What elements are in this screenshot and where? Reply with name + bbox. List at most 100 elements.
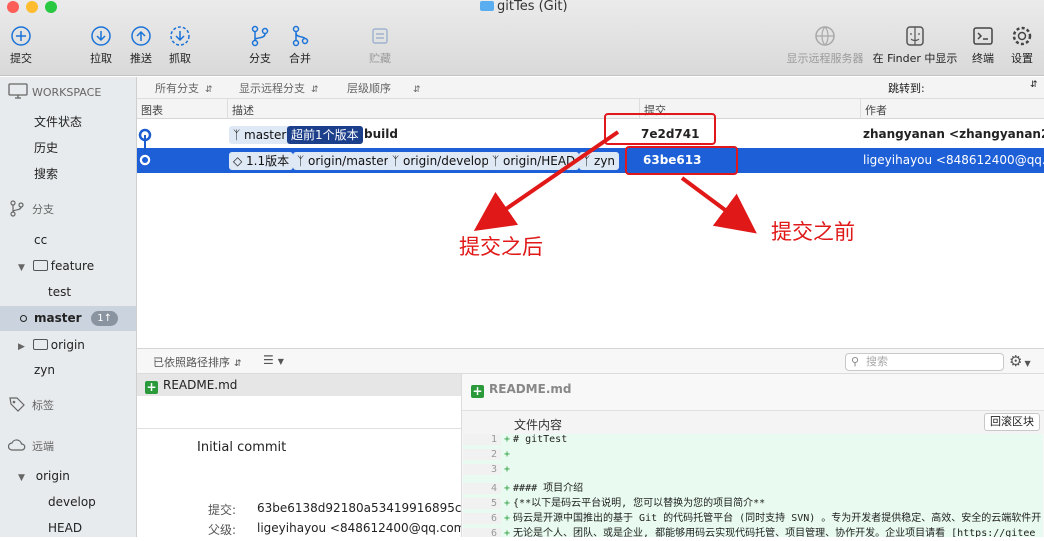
remote-origin[interactable]: ▼ origin [0,464,136,489]
annotation-after-label: 提交之后 [459,235,543,259]
column-description[interactable]: 描述 [227,99,254,119]
branch-icon: ᛉ [583,154,595,168]
annotation-box-after [604,113,716,145]
line-number: 4 [463,483,501,494]
sidebar: WORKSPACE 文件状态 历史 搜索 分支 cc ▼ feature tes… [0,77,137,537]
pull-button[interactable]: 拉取 [86,24,116,66]
diff-line[interactable]: 4 + #### 项目介绍 [463,479,1043,494]
diff-pane: + README.md 文件内容 回滚区块 1 + # gitTest 2 +3 +4 + ##… [461,374,1044,537]
diff-line[interactable]: 6 + 码云是开源中国推出的基于 Git 的代码托管平台 (同时支持 SVN) 。专… [463,509,1043,524]
tag-icon: ◇ [233,154,247,168]
sidebar-item-file-status[interactable]: 文件状态 [0,110,136,135]
file-list-item[interactable]: + README.md [137,374,461,396]
branches-header[interactable]: 分支 [0,197,136,222]
column-author[interactable]: 作者 [860,99,887,119]
diff-line-text: 码云是开源中国推出的基于 Git 的代码托管平台 (同时支持 SVN) 。专为开… [513,513,1042,524]
branch-folder-feature[interactable]: ▼ feature [0,254,136,279]
terminal-icon [973,27,993,45]
branch-button[interactable]: 分支 [245,24,275,66]
arrow-down-circle-icon [91,26,111,46]
chevron-down-icon[interactable]: ▼ [18,263,25,273]
commit-label: 提交: [208,503,237,517]
settings-button[interactable]: 设置 [1007,24,1037,66]
chevron-right-icon[interactable]: ▶ [18,342,25,352]
commit-detail-pane: + README.md Initial commit 提交: 63be6138d9… [137,374,477,537]
added-file-icon: + [471,384,484,398]
added-marker: + [504,483,511,494]
push-button[interactable]: 推送 [126,24,156,66]
diff-line-text: {**以下是码云平台说明, 您可以替换为您的项目简介** [513,498,766,509]
chevron-down-icon[interactable]: ▼ [18,473,25,483]
ahead-tag: 超前1个版本 [287,126,363,144]
updown-chevron-icon: ⇵ [234,359,242,369]
branch-item-zyn[interactable]: zyn [0,358,136,383]
diff-line[interactable]: 3 + [463,464,1043,479]
branch-folder-origin[interactable]: ▶ origin [0,333,136,358]
line-number: 2 [463,449,501,460]
remote-server-button[interactable]: 显示远程服务器 [784,24,866,66]
show-in-finder-button[interactable]: 在 Finder 中显示 [871,24,959,66]
rollback-hunk-button[interactable]: 回滚区块 [984,413,1040,431]
show-remote-dropdown[interactable]: 显示远程分支 ⇵ [239,80,319,96]
gear-icon [1012,26,1032,46]
branch-tag-zyn: ᛉ zyn [579,152,620,170]
added-marker: + [504,528,511,537]
commit-table-header: 图表 描述 提交 作者 [137,99,1044,119]
all-branches-dropdown[interactable]: 所有分支 ⇵ [155,80,213,96]
order-dropdown[interactable]: 层级顺序 ⇵ [347,80,421,96]
list-view-dropdown[interactable]: ☰ ▼ [263,353,284,367]
diff-line[interactable]: 6 + 无论是个人、团队、或是企业, 都能够用码云实现代码托管、项目管理、协作开发。… [463,524,1043,537]
added-marker: + [504,434,511,445]
commit-row-selected[interactable]: ◇ 1.1版本 ᛉ origin/master ᛉ origin/develop… [137,135,1044,173]
branch-icon [251,25,269,47]
plus-circle-icon [11,26,31,46]
divider [137,428,461,429]
branch-icon [10,200,24,217]
filter-bar: 所有分支 ⇵ 显示远程分支 ⇵ 层级顺序 ⇵ 跳转到: ⇵ [137,77,1044,99]
stash-icon [372,28,388,44]
minimize-window-button[interactable] [26,1,38,13]
remote-branch-develop[interactable]: develop [0,490,136,515]
updown-chevron-icon: ⇵ [1030,80,1038,90]
terminal-button[interactable]: 终端 [968,24,998,66]
line-number: 5 [463,498,501,509]
branch-tag-origin-develop: ᛉ origin/develop [388,152,494,170]
remotes-header[interactable]: 远端 [0,434,136,459]
commit-button[interactable]: 提交 [6,24,36,66]
close-window-button[interactable] [7,1,19,13]
settings-dropdown[interactable]: ⚙ ▼ [1009,352,1031,370]
stash-button[interactable]: 贮藏 [365,24,395,66]
diff-line[interactable]: 5 + {**以下是码云平台说明, 您可以替换为您的项目简介** [463,494,1043,509]
commit-author: zhangyanan <zhangyanan28@ [863,127,1044,141]
diff-line-text: #### 项目介绍 [513,483,584,494]
commit-row[interactable]: ᛉ master 超前1个版本 build 7e2d741 zhangyanan… [137,122,1044,147]
tags-header[interactable]: 标签 [0,393,136,418]
jump-to-dropdown[interactable]: 跳转到: ⇵ [888,80,1038,96]
remote-branch-head[interactable]: HEAD [0,516,136,541]
commit-full-message: Initial commit [197,440,287,455]
commit-author: ligeyihayou <848612400@qq.co [863,153,1044,167]
line-number: 6 [463,528,501,537]
sidebar-item-history[interactable]: 历史 [0,136,136,161]
zoom-window-button[interactable] [45,1,57,13]
sort-dropdown[interactable]: 已依照路径排序 ⇵ [153,354,242,370]
hunk-header: 文件内容 回滚区块 [462,410,1044,434]
added-marker: + [504,498,511,509]
search-input[interactable]: ⚲ 搜索 [845,353,1004,371]
diff-line[interactable]: 1 + # gitTest [463,434,1043,449]
cloud-icon [7,439,26,451]
branch-tag-origin-head: ᛉ origin/HEAD [488,152,580,170]
branch-item-cc[interactable]: cc [0,228,136,253]
branch-item-master[interactable]: master 1↑ [0,306,136,331]
folder-icon [32,339,48,350]
branch-item-test[interactable]: test [0,280,136,305]
diff-file-header: + README.md [471,382,572,398]
fetch-button[interactable]: 抓取 [165,24,195,66]
parent-value: ligeyihayou <848612400@qq.com> [257,521,476,535]
sidebar-item-search[interactable]: 搜索 [0,162,136,187]
merge-button[interactable]: 合并 [285,24,315,66]
column-graph[interactable]: 图表 [141,102,163,118]
diff-line[interactable]: 2 + [463,449,1043,464]
list-icon: ☰ [263,353,274,367]
added-file-icon: + [145,380,158,394]
